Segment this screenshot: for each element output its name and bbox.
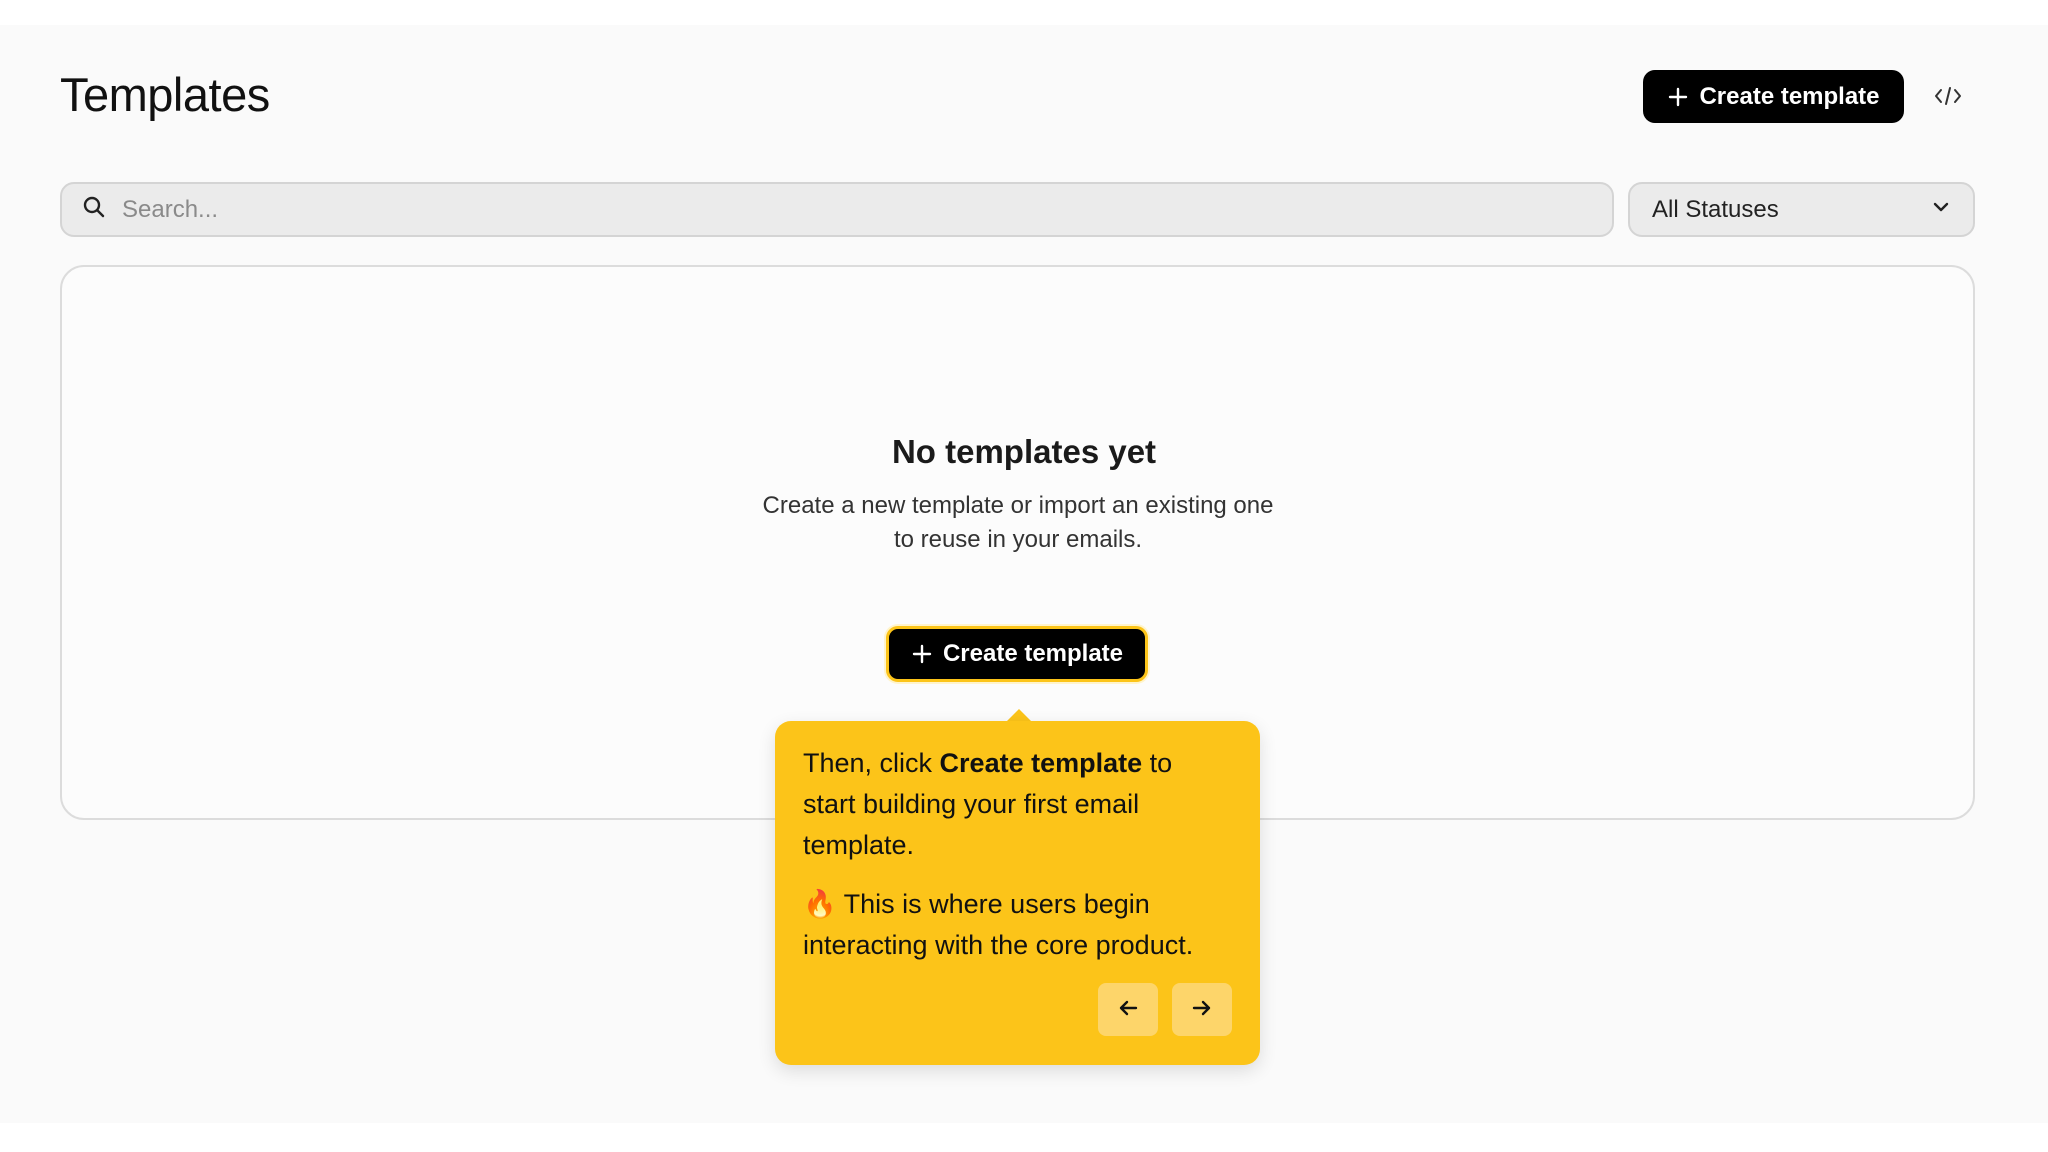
tooltip-next-button[interactable] [1172,983,1232,1036]
empty-state-description: Create a new template or import an exist… [762,492,1274,553]
tooltip-instruction: Then, click Create template to start bui… [803,743,1232,866]
chevron-down-icon [1931,196,1951,224]
tooltip-instruction-bold: Create template [939,748,1143,778]
search-icon [82,195,106,224]
tooltip-arrow [1007,709,1031,721]
empty-state-create-template-label: Create template [942,640,1124,667]
search-input[interactable] [120,194,1612,225]
plus-icon [911,643,933,665]
tooltip-note-text: This is where users begin interacting wi… [803,889,1194,960]
search-bar [60,182,1614,237]
tooltip-note: 🔥 This is where users begin interacting … [803,884,1232,966]
code-icon [1933,85,1963,110]
status-filter-select[interactable]: All Statuses [1628,182,1975,237]
status-filter-value: All Statuses [1652,195,1779,223]
tooltip-previous-button[interactable] [1098,983,1158,1036]
tooltip-instruction-prefix: Then, click [803,748,940,778]
header-create-template-button[interactable]: Create template [1643,70,1904,123]
arrow-right-icon [1190,996,1214,1023]
arrow-left-icon [1116,996,1140,1023]
plus-icon [1667,86,1689,108]
page: Templates Create template All Statuses N… [0,25,2048,1123]
fire-icon: 🔥 [803,889,837,919]
onboarding-tooltip: Then, click Create template to start bui… [775,721,1260,1065]
page-title: Templates [60,68,270,121]
code-icon-button[interactable] [1928,77,1968,117]
empty-state-create-template-button[interactable]: Create template [886,626,1148,682]
empty-state-title: No templates yet [891,433,1157,470]
header-create-template-label: Create template [1699,82,1880,110]
